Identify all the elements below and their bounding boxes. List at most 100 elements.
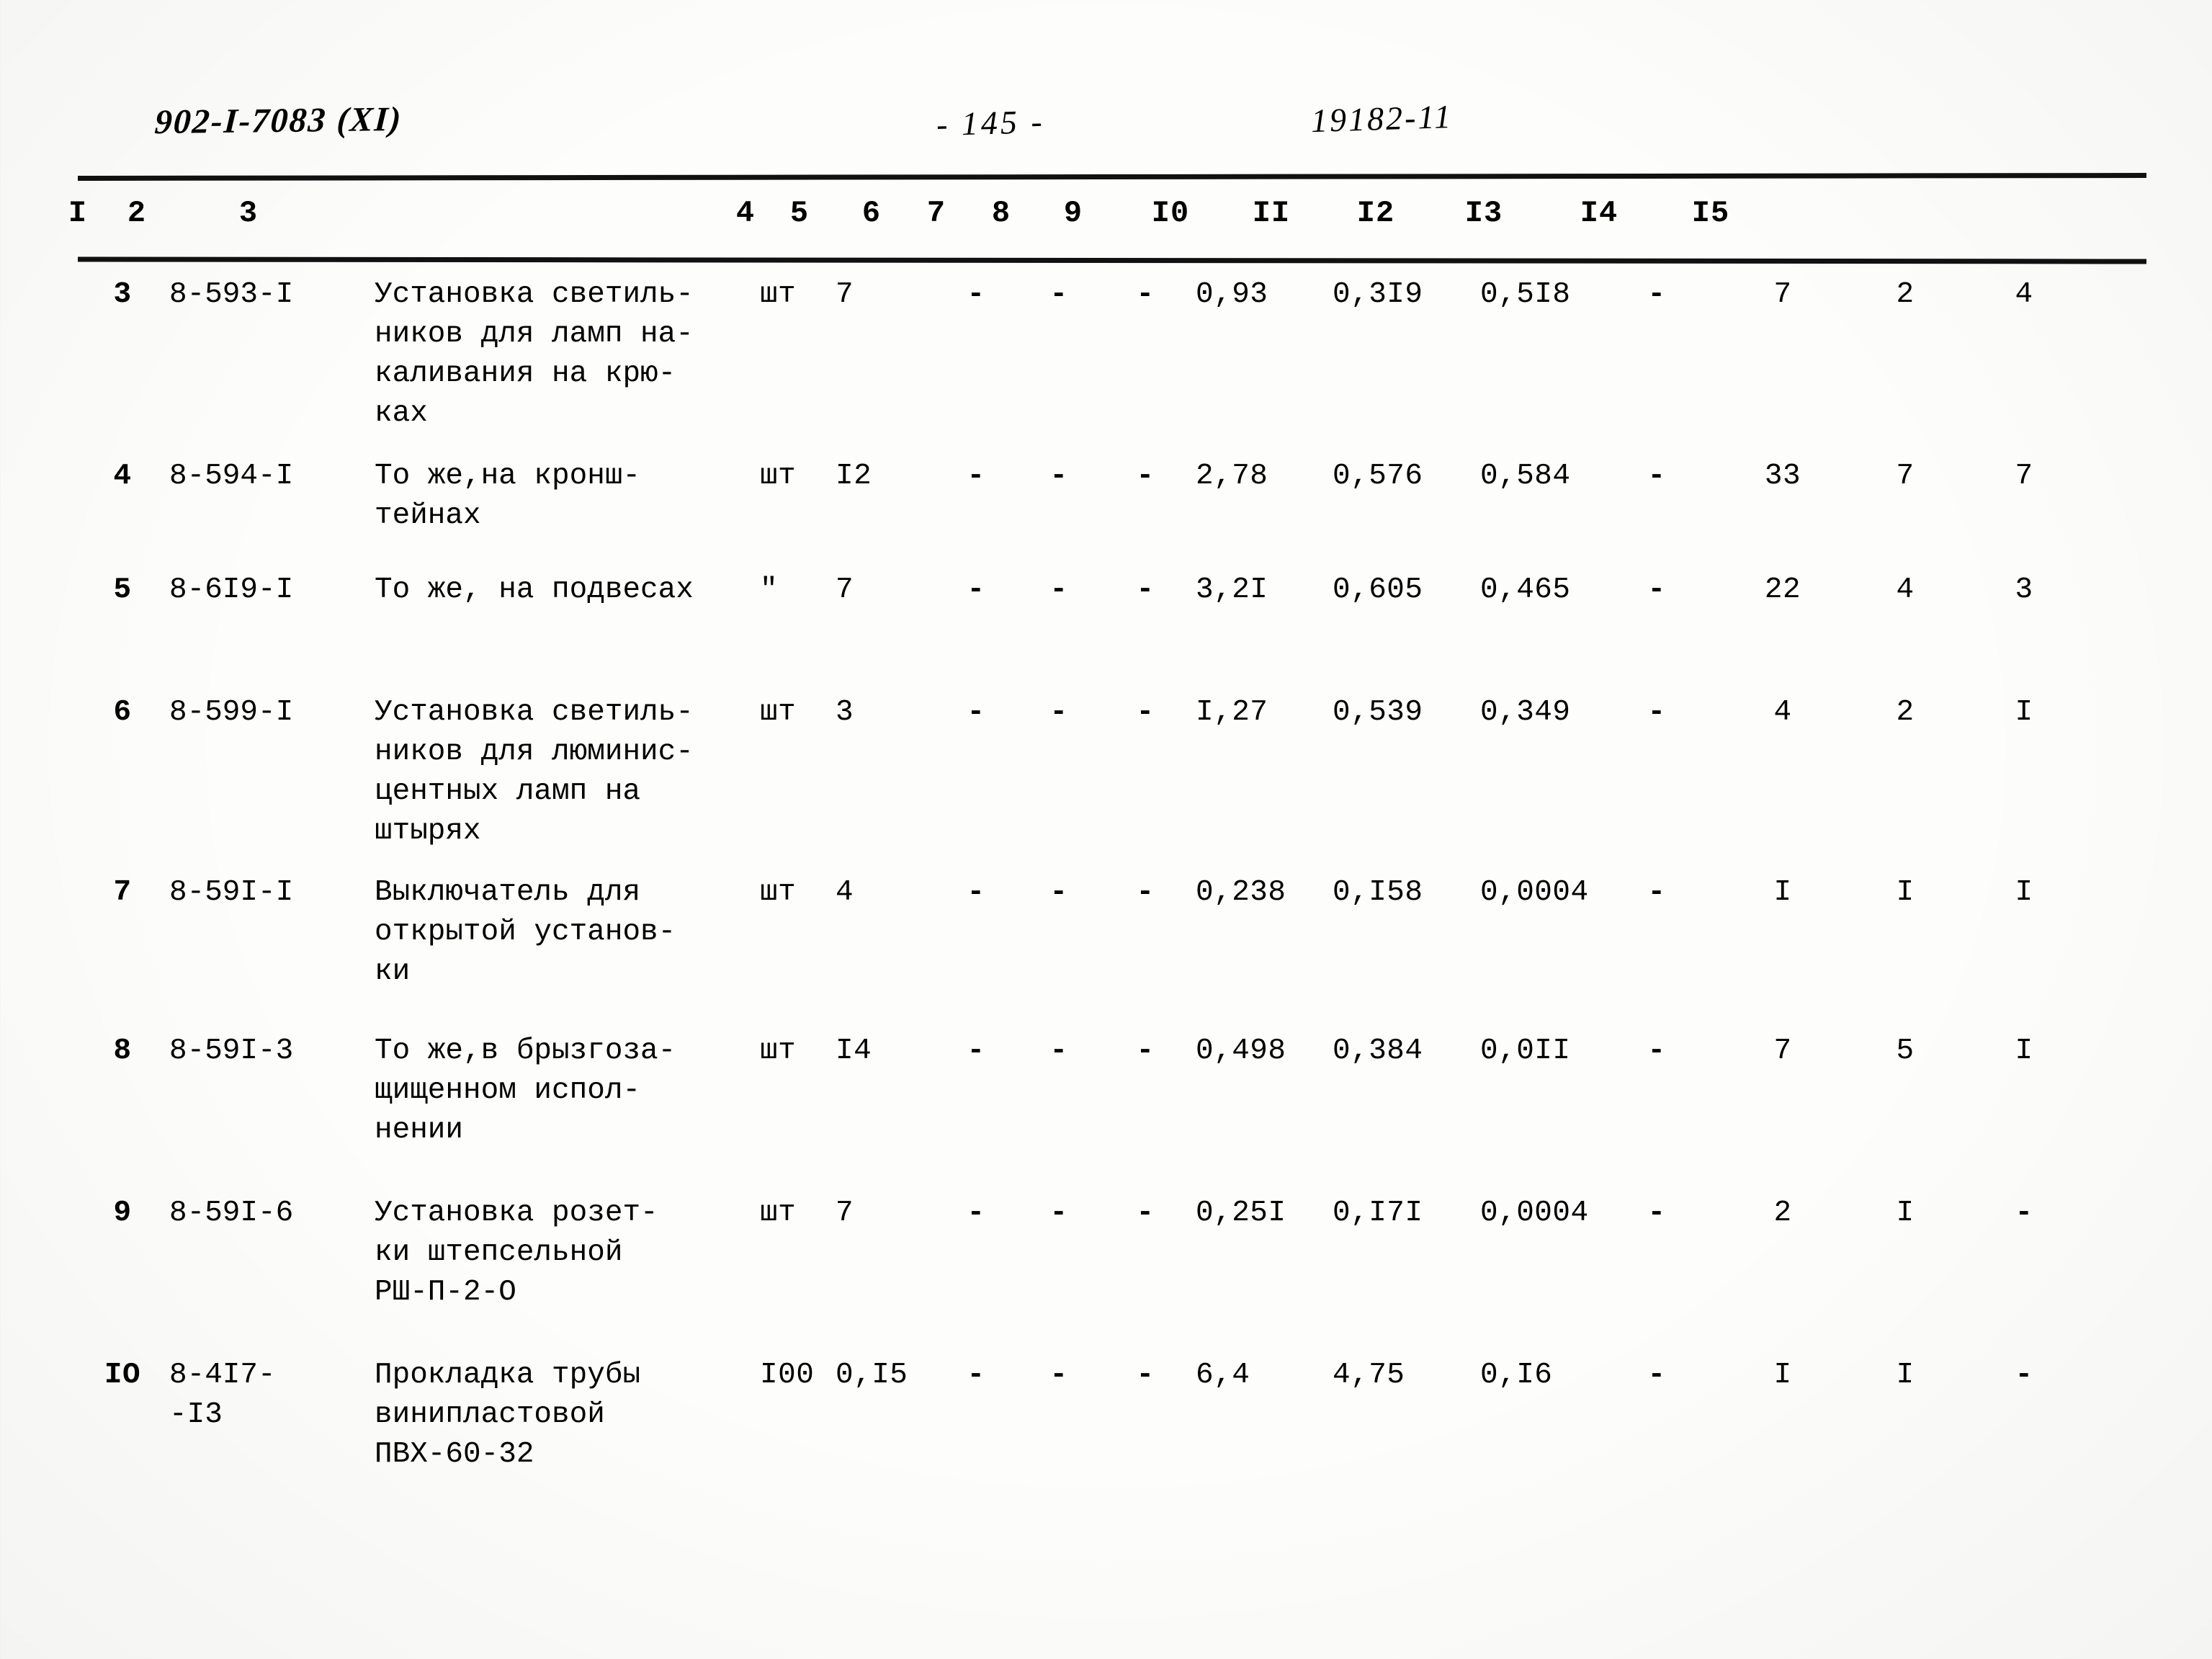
cell-c11: 0,0004	[1480, 876, 1589, 909]
cell-c6: -	[967, 278, 985, 311]
cell-code: 8-599-I	[169, 696, 294, 729]
column-header-13: I3	[1464, 196, 1503, 231]
cell-c9: I,27	[1196, 696, 1268, 729]
cell-qty: I4	[836, 1034, 872, 1068]
cell-unit: шт	[760, 1034, 797, 1068]
cell-c11: 0,I6	[1480, 1359, 1553, 1392]
cell-code: 8-59I-6	[169, 1197, 294, 1230]
table-column-headers: I 2 3 4 5 6 7 8 9 I0 II I2 I3 I4 I5	[0, 196, 2212, 246]
page-header: 902-I-7083 (XI) - 145 - 19182-11	[0, 98, 2212, 158]
cell-desc: То же,в брызгоза- щищенном испол- нении	[375, 1034, 676, 1147]
cell-code: 8-59I-3	[169, 1034, 294, 1068]
sheet-code: 19182-11	[1310, 97, 1454, 140]
cell-c10: 0,384	[1333, 1034, 1423, 1068]
cell-c13: 7	[1773, 278, 1792, 311]
table-row: 3 8-593-I Установка светиль- ников для лам…	[0, 275, 2212, 430]
page-number: - 145 -	[936, 102, 1046, 143]
cell-c6: -	[967, 1034, 985, 1068]
cell-c11: 0,0II	[1480, 1034, 1571, 1068]
cell-c7: -	[1049, 1197, 1068, 1230]
cell-c12: -	[1647, 278, 1666, 311]
cell-c15: -	[2015, 1359, 2033, 1392]
cell-desc: То же, на подвесах	[375, 573, 694, 607]
cell-c7: -	[1049, 460, 1068, 493]
cell-c8: -	[1136, 278, 1155, 311]
cell-code: 8-4I7- -I3	[169, 1359, 276, 1431]
cell-unit: шт	[760, 278, 797, 311]
column-header-10: I0	[1151, 196, 1190, 231]
cell-unit: шт	[760, 696, 797, 729]
cell-c13: 33	[1764, 460, 1801, 493]
cell-c14: 4	[1896, 573, 1915, 607]
cell-unit: шт	[760, 1197, 797, 1230]
cell-n: 3	[113, 278, 132, 311]
cell-c10: 0,605	[1333, 573, 1423, 607]
cell-qty: 7	[836, 1197, 854, 1230]
cell-c12: -	[1647, 460, 1666, 493]
column-header-15: I5	[1691, 196, 1730, 231]
cell-desc: Установка светиль- ников для люминис- це…	[375, 696, 694, 848]
cell-c11: 0,0004	[1480, 1197, 1589, 1230]
cell-c12: -	[1647, 876, 1666, 909]
cell-qty: 4	[836, 876, 854, 909]
cell-c15: 7	[2015, 460, 2033, 493]
cell-c13: 22	[1764, 573, 1801, 607]
cell-unit: I00	[760, 1359, 815, 1392]
cell-c13: 7	[1773, 1034, 1792, 1068]
cell-c8: -	[1136, 460, 1155, 493]
cell-c9: 0,498	[1196, 1034, 1286, 1068]
cell-c14: I	[1896, 1197, 1915, 1230]
cell-c10: 4,75	[1333, 1359, 1405, 1392]
cell-c8: -	[1136, 1197, 1155, 1230]
cell-c12: -	[1647, 573, 1666, 607]
cell-qty: 7	[836, 278, 854, 311]
column-header-2: 2	[127, 196, 147, 231]
cell-c9: 0,238	[1196, 876, 1286, 909]
cell-c9: 6,4	[1196, 1359, 1250, 1392]
cell-c12: -	[1647, 696, 1666, 729]
cell-c7: -	[1049, 1034, 1068, 1068]
cell-c12: -	[1647, 1359, 1666, 1392]
cell-c6: -	[967, 696, 985, 729]
cell-n: 9	[113, 1197, 132, 1230]
table-row: 6 8-599-I Установка светиль- ников для люм…	[0, 693, 2212, 848]
cell-c10: 0,I58	[1333, 876, 1423, 909]
cell-c11: 0,5I8	[1480, 278, 1571, 311]
cell-c15: I	[2015, 1034, 2033, 1068]
column-header-11: II	[1252, 196, 1291, 231]
cell-c12: -	[1647, 1197, 1666, 1230]
cell-desc: Установка светиль- ников для ламп на- ка…	[375, 278, 694, 430]
cell-c11: 0,465	[1480, 573, 1571, 607]
cell-unit: шт	[760, 876, 797, 909]
cell-c14: 5	[1896, 1034, 1915, 1068]
cell-unit: "	[760, 573, 779, 607]
table-row: 7 8-59I-I Выключатель для открытой установ…	[0, 873, 2212, 988]
column-header-12: I2	[1356, 196, 1395, 231]
cell-c9: 2,78	[1196, 460, 1268, 493]
cell-c15: 3	[2015, 573, 2033, 607]
cell-c10: 0,I7I	[1333, 1197, 1423, 1230]
cell-c14: 2	[1896, 696, 1915, 729]
column-header-9: 9	[1063, 196, 1083, 231]
cell-c10: 0,576	[1333, 460, 1423, 493]
cell-code: 8-594-I	[169, 460, 294, 493]
cell-c10: 0,539	[1333, 696, 1423, 729]
table-row: 9 8-59I-6 Установка розет- ки штепсельной …	[0, 1194, 2212, 1309]
cell-code: 8-59I-I	[169, 876, 294, 909]
cell-c12: -	[1647, 1034, 1666, 1068]
table-row: 4 8-594-I То же,на кронш- тейнах шт I2 - - - 2,7…	[0, 457, 2212, 532]
cell-c6: -	[967, 460, 985, 493]
cell-c9: 0,25I	[1196, 1197, 1286, 1230]
cell-qty: 7	[836, 573, 854, 607]
cell-c15: -	[2015, 1197, 2033, 1230]
cell-c6: -	[967, 1197, 985, 1230]
table-top-rule	[77, 172, 2147, 182]
cell-desc: Прокладка трубы винипластовой ПВХ-60-32	[375, 1359, 641, 1471]
document-code: 902-I-7083 (XI)	[153, 99, 403, 142]
cell-c6: -	[967, 573, 985, 607]
cell-qty: 0,I5	[836, 1359, 908, 1392]
cell-c13: I	[1773, 876, 1792, 909]
cell-c15: I	[2015, 696, 2033, 729]
cell-c7: -	[1049, 1359, 1068, 1392]
cell-n: 7	[113, 876, 132, 909]
